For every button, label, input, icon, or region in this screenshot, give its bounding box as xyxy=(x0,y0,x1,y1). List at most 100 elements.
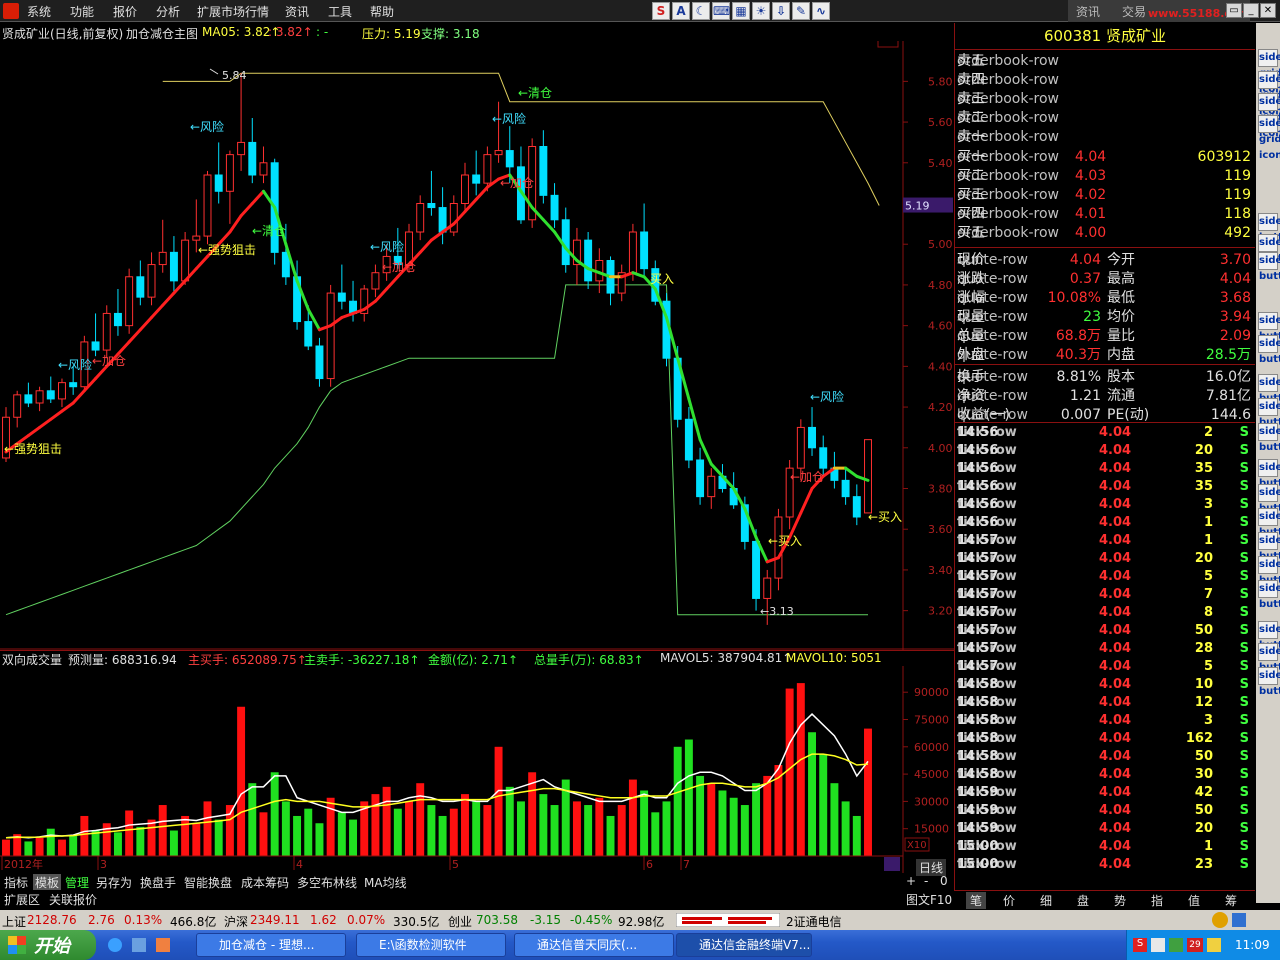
tick-side: S xyxy=(1239,443,1249,458)
ie-icon[interactable] xyxy=(108,938,122,952)
app-quick-icon[interactable] xyxy=(156,938,170,952)
panel-tab[interactable]: 势 xyxy=(1114,892,1126,909)
rtb-btn[interactable]: side-button xyxy=(1258,556,1280,586)
menu-help[interactable]: 帮助 xyxy=(370,3,394,20)
rtb-btn[interactable]: side-grid-icon xyxy=(1258,115,1280,161)
tab-indicator[interactable]: 指标 xyxy=(4,874,28,891)
menu-function[interactable]: 功能 xyxy=(70,3,94,20)
rtb-btn[interactable]: side-button xyxy=(1258,580,1280,610)
tray-badge-icon[interactable]: 29 xyxy=(1187,938,1203,952)
tab-ma[interactable]: MA均线 xyxy=(364,874,407,891)
tray-s-icon[interactable]: S xyxy=(1133,938,1147,952)
panel-tab[interactable]: 价 xyxy=(1003,892,1015,909)
zoom-reset-button[interactable]: 0 xyxy=(940,874,948,888)
rtb-btn[interactable]: side-button xyxy=(1258,398,1280,428)
rtb-btn[interactable]: side-button xyxy=(1258,312,1280,342)
rtb-btn[interactable]: side-button xyxy=(1258,213,1280,243)
rtb-btn[interactable]: side-grid-icon xyxy=(1258,71,1280,117)
start-button[interactable]: 开始 xyxy=(0,930,96,960)
indicator-name[interactable]: 加仓减仓主图 xyxy=(126,25,198,42)
task-button-explorer[interactable]: E:\函数检测软件 xyxy=(356,933,506,957)
tab-boll[interactable]: 多空布林线 xyxy=(297,874,357,891)
scroll-marker[interactable] xyxy=(884,857,900,871)
volume-bar xyxy=(80,815,89,856)
menu-system[interactable]: 系统 xyxy=(27,3,51,20)
menu-tools[interactable]: 工具 xyxy=(328,3,352,20)
menu-extended-market[interactable]: 扩展市场行情 xyxy=(197,3,269,20)
rtb-btn[interactable]: side-button xyxy=(1258,459,1280,489)
grid-icon[interactable]: ▦ xyxy=(732,2,750,20)
volume-bar xyxy=(113,832,122,856)
tick-volume: 5 xyxy=(1203,569,1213,584)
menu-quote[interactable]: 报价 xyxy=(113,3,137,20)
rtb-btn[interactable]: side-button xyxy=(1258,374,1280,404)
tick-volume: 1 xyxy=(1203,839,1213,854)
tick-time: 14:57 xyxy=(957,659,999,674)
panel-tab[interactable]: 筹 xyxy=(1225,892,1237,909)
panel-tab[interactable]: 笔 xyxy=(966,892,987,909)
panel-tab[interactable]: 盘 xyxy=(1077,892,1089,909)
panel-tab[interactable]: 细 xyxy=(1040,892,1052,909)
vol-axis-tick: 30000 xyxy=(914,795,949,808)
close-button[interactable]: ✕ xyxy=(1260,3,1276,18)
task-button-formula[interactable]: 加仓减仓 - 理想... xyxy=(196,933,346,957)
tick-volume: 10 xyxy=(1194,677,1213,692)
menu-news[interactable]: 资讯 xyxy=(285,3,309,20)
tray-network-icon[interactable] xyxy=(1169,938,1183,952)
rtb-btn[interactable]: side-button xyxy=(1258,484,1280,514)
rtb-btn[interactable]: side-button xyxy=(1258,234,1280,264)
tab-change-hand[interactable]: 换盘手 xyxy=(140,874,176,891)
tick-row: tick-row 14:56 4.04 35 S xyxy=(957,461,1249,476)
volume-chart[interactable]: 90000 75000 60000 45000 30000 15000 X10 2012年 3… xyxy=(0,666,954,873)
task-button-tdx-holiday[interactable]: 通达信普天同庆(... xyxy=(514,933,674,957)
task-button-tdx-terminal[interactable]: 通达信金融终端V7... xyxy=(676,933,812,957)
moon-icon[interactable]: ☾ xyxy=(692,2,710,20)
wave-icon[interactable]: ∿ xyxy=(812,2,830,20)
tray-shield-icon[interactable] xyxy=(1207,938,1221,952)
minimize-button[interactable]: _ xyxy=(1243,3,1259,18)
tab-template[interactable]: 模板 xyxy=(33,874,62,891)
keyboard-icon[interactable]: ⌨ xyxy=(712,2,730,20)
a-icon[interactable]: A xyxy=(672,2,690,20)
rtb-btn[interactable]: side-button xyxy=(1258,423,1280,453)
quote-value: 23 xyxy=(1083,309,1101,325)
rtb-btn[interactable]: side-button xyxy=(1258,532,1280,562)
rtb-btn[interactable]: side-button xyxy=(1258,621,1280,651)
tab-manage[interactable]: 管理 xyxy=(65,874,89,891)
tick-time: 14:57 xyxy=(957,641,999,656)
ad-banner[interactable]: 资讯 交易 www.55188.com xyxy=(1068,0,1250,22)
signal-label-risk: ←风险 xyxy=(190,119,224,134)
rtb-btn[interactable]: side-button xyxy=(1258,643,1280,673)
restore-button[interactable]: ▭ xyxy=(1226,3,1242,18)
down-icon[interactable]: ⇩ xyxy=(772,2,790,20)
menu-analysis[interactable]: 分析 xyxy=(156,3,180,20)
tab-smart-change[interactable]: 智能换盘 xyxy=(184,874,232,891)
tab-extension-area[interactable]: 扩展区 xyxy=(4,891,40,908)
zoom-in-button[interactable]: + xyxy=(906,874,916,888)
zoom-out-button[interactable]: - xyxy=(924,874,928,888)
tab-related-quote[interactable]: 关联报价 xyxy=(49,891,97,908)
panel-tab[interactable]: 值 xyxy=(1188,892,1200,909)
orderbook-price: 4.03 xyxy=(1075,168,1107,184)
price-chart[interactable]: 5.80 5.60 5.40 5.19 5.00 4.80 4.60 4.40 4.20 4.00… xyxy=(0,41,954,651)
link-news[interactable]: 资讯 xyxy=(1076,3,1100,20)
media-icon[interactable] xyxy=(132,938,146,952)
rtb-btn[interactable]: side-grid-icon xyxy=(1258,93,1280,139)
rp-row: orderbook-row 卖一 xyxy=(957,129,1059,145)
rtb-btn[interactable]: side-grid-icon xyxy=(1258,49,1280,95)
candle-body xyxy=(169,251,178,282)
f10-button[interactable]: 图文F10 xyxy=(906,891,952,908)
candle-body xyxy=(841,479,850,498)
rtb-btn[interactable]: side-button xyxy=(1258,508,1280,538)
rtb-btn[interactable]: side-button xyxy=(1258,667,1280,697)
tab-cost-chips[interactable]: 成本筹码 xyxy=(241,874,289,891)
link-trade[interactable]: 交易 xyxy=(1122,3,1146,20)
s-logo-icon[interactable]: S xyxy=(652,2,670,20)
rtb-btn[interactable]: side-button xyxy=(1258,335,1280,365)
panel-tab[interactable]: 指 xyxy=(1151,892,1163,909)
rtb-btn[interactable]: side-button xyxy=(1258,252,1280,282)
tab-save-as[interactable]: 另存为 xyxy=(96,874,132,891)
tray-keyboard-icon[interactable] xyxy=(1151,938,1165,952)
light-icon[interactable]: ☀ xyxy=(752,2,770,20)
wrench-icon[interactable]: ✎ xyxy=(792,2,810,20)
